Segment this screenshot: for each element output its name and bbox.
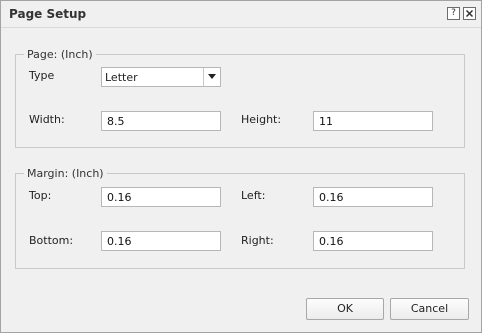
dropdown-arrow-icon[interactable] [203, 68, 220, 86]
top-label: Top: [29, 189, 52, 202]
width-label: Width: [29, 113, 65, 126]
type-select-value: Letter [105, 71, 138, 84]
left-margin-input[interactable] [313, 187, 433, 207]
top-margin-input[interactable] [101, 187, 221, 207]
page-group: Page: (Inch) [15, 48, 465, 148]
close-icon[interactable] [463, 7, 476, 20]
right-margin-input[interactable] [313, 231, 433, 251]
bottom-margin-input[interactable] [101, 231, 221, 251]
cancel-button[interactable]: Cancel [390, 298, 469, 320]
help-icon-glyph: ? [451, 8, 456, 18]
margin-group: Margin: (Inch) [15, 167, 465, 269]
height-input[interactable] [313, 111, 433, 131]
right-label: Right: [241, 234, 274, 247]
dialog-title: Page Setup [9, 7, 87, 21]
bottom-label: Bottom: [29, 234, 74, 247]
page-group-legend: Page: (Inch) [27, 48, 93, 61]
type-select[interactable]: Letter [101, 67, 221, 87]
close-x-glyph [465, 9, 474, 18]
width-input[interactable] [101, 111, 221, 131]
page-setup-dialog: Page Setup ? Page: (Inch) Type Letter Wi… [0, 0, 482, 333]
type-label: Type [29, 69, 55, 82]
height-label: Height: [241, 113, 282, 126]
title-bar: Page Setup ? [1, 1, 481, 28]
ok-button[interactable]: OK [306, 298, 384, 320]
left-label: Left: [241, 189, 266, 202]
help-icon[interactable]: ? [447, 7, 460, 20]
margin-group-legend: Margin: (Inch) [27, 167, 104, 180]
